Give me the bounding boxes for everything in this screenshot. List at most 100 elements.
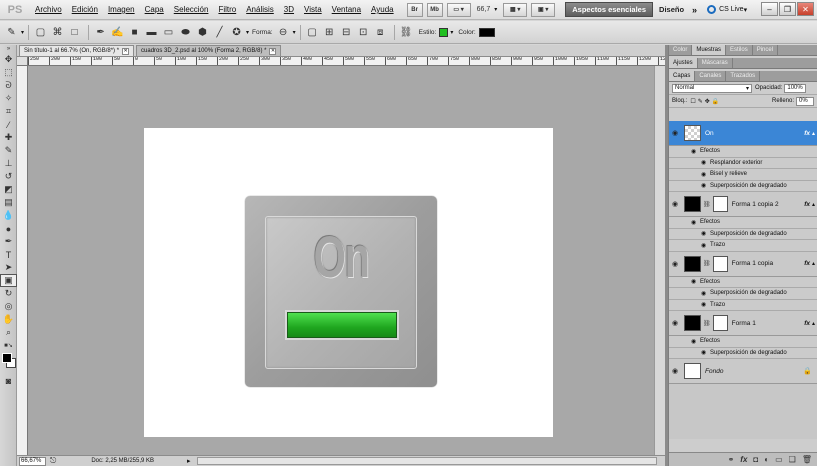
new-layer-icon[interactable]: ❑: [789, 455, 796, 464]
chevron-up-icon[interactable]: ▴: [812, 260, 815, 267]
tab-muestras[interactable]: Muestras: [692, 45, 727, 55]
ellipse-shape-icon[interactable]: ⬬: [178, 25, 193, 40]
eye-icon[interactable]: ◉: [672, 319, 681, 327]
effect-item[interactable]: ◉ Superposición de degradado: [669, 180, 817, 192]
layer-row[interactable]: ◉ ⛓ Forma 1 copia 2 fx ▴: [669, 192, 817, 217]
effects-row[interactable]: ◉ Efectos: [669, 217, 817, 229]
eye-icon[interactable]: ◉: [701, 182, 710, 189]
3d-rotate-tool-icon[interactable]: ↻: [0, 287, 17, 300]
blend-mode-dropdown[interactable]: Normal ▾: [672, 83, 752, 93]
link-icon[interactable]: ⛓: [399, 25, 414, 40]
maximize-button[interactable]: ❐: [779, 2, 796, 16]
marquee-tool-icon[interactable]: ⬚: [0, 66, 17, 79]
mask-icon[interactable]: ◘: [753, 455, 758, 464]
eye-icon[interactable]: ◉: [672, 367, 681, 375]
menu-imagen[interactable]: Imagen: [103, 5, 140, 14]
horizontal-ruler[interactable]: 250 200 150 100 50 0 50 100 150 200 250 300 350 400 45…: [28, 57, 665, 66]
document-tab-active[interactable]: Sin título-1 al 66.7% (On, RGB/8*) * ✕: [19, 45, 135, 56]
type-tool-icon[interactable]: T: [0, 248, 17, 261]
eye-icon[interactable]: ◉: [701, 301, 710, 308]
vertical-ruler[interactable]: [17, 66, 28, 455]
lock-image-icon[interactable]: ✎: [698, 98, 703, 105]
effect-item[interactable]: ◉ Trazo: [669, 299, 817, 311]
intersect-shape-icon[interactable]: ⊡: [356, 25, 371, 40]
screen-mode-button[interactable]: ▣ ▾: [531, 2, 556, 17]
fill-field[interactable]: 0%: [796, 96, 814, 106]
fx-icon[interactable]: fx: [804, 260, 810, 267]
eye-icon[interactable]: ◉: [701, 230, 710, 237]
blur-tool-icon[interactable]: 💧: [0, 209, 17, 222]
fx-icon[interactable]: fx: [804, 130, 810, 137]
canvas-viewport[interactable]: On: [28, 66, 654, 455]
clone-stamp-tool-icon[interactable]: ⊥: [0, 157, 17, 170]
menu-seleccion[interactable]: Selección: [169, 5, 214, 14]
subtract-shape-icon[interactable]: ⊟: [339, 25, 354, 40]
menu-archivo[interactable]: Archivo: [30, 5, 67, 14]
layer-row[interactable]: ◉ ⛓ Forma 1 copia fx ▴: [669, 251, 817, 277]
shape-picker-icon[interactable]: ⊖: [276, 25, 291, 40]
menu-analisis[interactable]: Análisis: [241, 5, 279, 14]
exclude-shape-icon[interactable]: ⧈: [373, 25, 388, 40]
close-button[interactable]: ✕: [797, 2, 814, 16]
document-canvas[interactable]: On: [144, 128, 553, 437]
workspace-design-button[interactable]: Diseño: [659, 5, 684, 14]
chevron-up-icon[interactable]: ▴: [812, 130, 815, 137]
quick-select-tool-icon[interactable]: ✧: [0, 92, 17, 105]
bridge-button[interactable]: Br: [406, 2, 423, 17]
shape-tool-icon[interactable]: ▣: [0, 274, 17, 287]
layer-row[interactable]: ◉ ⛓ Forma 1 fx ▴: [669, 311, 817, 336]
cs-live-button[interactable]: CS Live ▾: [707, 5, 747, 14]
effect-item[interactable]: ◉ Trazo: [669, 240, 817, 252]
fill-pixels-icon[interactable]: □: [67, 25, 82, 40]
color-swatches[interactable]: [0, 352, 16, 374]
hand-tool-icon[interactable]: ✋: [0, 313, 17, 326]
pen-tool-icon[interactable]: ✒: [93, 25, 108, 40]
effects-row[interactable]: ◉ Efectos: [669, 276, 817, 288]
minimize-button[interactable]: –: [761, 2, 778, 16]
add-to-shape-icon[interactable]: ⊞: [322, 25, 337, 40]
fx-icon[interactable]: fx: [804, 201, 810, 208]
eye-icon[interactable]: ◉: [701, 242, 710, 249]
eye-icon[interactable]: ◉: [672, 260, 681, 268]
lock-transparent-icon[interactable]: ☐: [690, 98, 695, 105]
eye-icon[interactable]: ◉: [701, 171, 710, 178]
menu-ventana[interactable]: Ventana: [327, 5, 366, 14]
ruler-origin[interactable]: [17, 57, 28, 66]
effect-item[interactable]: ◉ Resplandor exterior: [669, 157, 817, 169]
tab-capas[interactable]: Capas: [669, 71, 696, 81]
brush-tool-icon[interactable]: ✎: [0, 144, 17, 157]
view-extras-button[interactable]: ▭ ▾: [446, 2, 471, 17]
minibridge-button[interactable]: Mb: [426, 2, 443, 17]
tab-pincel[interactable]: Pincel: [753, 45, 779, 55]
chevron-up-icon[interactable]: ▴: [812, 320, 815, 327]
effect-item[interactable]: ◉ Superposición de degradado: [669, 228, 817, 240]
path-select-tool-icon[interactable]: ➤: [0, 261, 17, 274]
healing-brush-tool-icon[interactable]: ✚: [0, 131, 17, 144]
zoom-tool-icon[interactable]: ⌕: [0, 326, 17, 339]
effect-item[interactable]: ◉ Bisel y relieve: [669, 169, 817, 181]
move-tool-icon[interactable]: ✥: [0, 53, 17, 66]
opacity-field[interactable]: 100%: [784, 83, 807, 93]
eye-icon[interactable]: ◉: [701, 349, 710, 356]
menu-capa[interactable]: Capa: [140, 5, 169, 14]
chain-link-icon[interactable]: ⛓: [703, 260, 711, 267]
vertical-scrollbar[interactable]: [654, 66, 665, 455]
foreground-color[interactable]: [2, 353, 12, 363]
tab-mascaras[interactable]: Máscaras: [698, 58, 733, 68]
more-workspaces-button[interactable]: »: [692, 5, 697, 15]
freeform-pen-icon[interactable]: ✍: [110, 25, 125, 40]
eye-icon[interactable]: ◉: [701, 290, 710, 297]
zoom-level-dropdown[interactable]: 66,7: [477, 6, 491, 13]
close-tab-icon[interactable]: ✕: [269, 47, 277, 55]
line-shape-icon[interactable]: ╱: [212, 25, 227, 40]
eye-icon[interactable]: ◉: [691, 278, 700, 285]
tool-preset-picker[interactable]: ✎: [4, 25, 19, 40]
export-icon[interactable]: ⎋: [50, 456, 56, 466]
paths-icon[interactable]: ⌘: [50, 25, 65, 40]
document-tab[interactable]: cuadros 3D_2.psd al 100% (Forma 2, RGB/8…: [136, 45, 282, 56]
pen-tool-icon[interactable]: ✒: [0, 235, 17, 248]
collapse-icon[interactable]: »: [0, 45, 17, 53]
eraser-tool-icon[interactable]: ◩: [0, 183, 17, 196]
crop-tool-icon[interactable]: ⌗: [0, 105, 17, 118]
arrange-documents-button[interactable]: ▦ ▾: [503, 2, 528, 17]
